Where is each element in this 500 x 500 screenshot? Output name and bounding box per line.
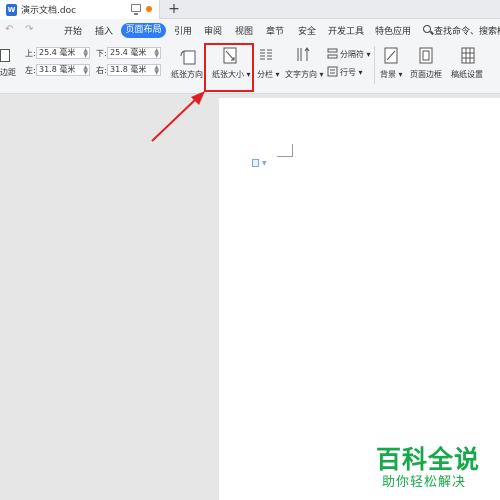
left-margin-label: 左:: [25, 66, 36, 75]
manuscript-icon[interactable]: [460, 47, 476, 65]
tab-developer[interactable]: 开发工具: [328, 24, 364, 37]
tab-review[interactable]: 审阅: [204, 24, 222, 37]
undo-icon[interactable]: ↶: [5, 24, 13, 35]
new-tab-button[interactable]: +: [167, 0, 181, 19]
search-command-box[interactable]: 查找命令、搜索模板: [434, 24, 500, 37]
top-margin-label: 上:: [25, 49, 36, 58]
title-bar: W 演示文档.doc +: [0, 0, 500, 19]
paragraph-icon[interactable]: [252, 159, 259, 167]
watermark-subtitle: 助你轻松解决: [382, 475, 467, 490]
tab-security[interactable]: 安全: [298, 24, 316, 37]
tab-insert[interactable]: 插入: [95, 24, 113, 37]
line-numbers-button[interactable]: 行号 ▾: [340, 67, 363, 78]
unsaved-dot-icon: [146, 6, 152, 12]
separator-icon[interactable]: [327, 48, 339, 59]
ribbon-divider: [374, 46, 375, 84]
monitor-icon[interactable]: [131, 4, 141, 15]
page-border-button[interactable]: 页面边框: [410, 69, 442, 80]
margin-corner-mark: [277, 144, 293, 157]
document-tab[interactable]: W 演示文档.doc: [0, 0, 160, 19]
text-direction-button[interactable]: 文字方向 ▾: [285, 69, 324, 80]
background-button[interactable]: 背景 ▾: [380, 69, 403, 80]
page-border-icon[interactable]: [418, 47, 434, 65]
chevron-down-icon[interactable]: ▼: [262, 160, 267, 167]
tab-special-apps[interactable]: 特色应用: [375, 24, 411, 37]
tab-page-layout[interactable]: 页面布局: [121, 23, 166, 38]
right-margin-label: 右:: [96, 66, 107, 75]
margins-label[interactable]: 边距: [0, 67, 16, 78]
tab-section[interactable]: 章节: [266, 24, 284, 37]
left-margin-input[interactable]: 31.8 毫米 ▲ ▼: [36, 64, 90, 76]
writer-doc-icon: W: [6, 4, 17, 16]
search-icon[interactable]: [423, 25, 431, 33]
tab-references[interactable]: 引用: [174, 24, 192, 37]
tab-view[interactable]: 视图: [235, 24, 253, 37]
background-icon[interactable]: [383, 47, 399, 65]
line-numbers-icon[interactable]: [327, 66, 339, 77]
columns-icon[interactable]: [258, 47, 274, 63]
right-margin-input[interactable]: 31.8 毫米 ▲ ▼: [107, 64, 161, 76]
margins-icon[interactable]: [0, 49, 10, 62]
top-margin-input[interactable]: 25.4 毫米 ▲ ▼: [36, 47, 90, 59]
bottom-margin-label: 下:: [96, 49, 107, 58]
manuscript-button[interactable]: 稿纸设置: [451, 69, 483, 80]
separator-button[interactable]: 分隔符 ▾: [340, 49, 371, 60]
text-direction-icon[interactable]: [295, 46, 311, 64]
orientation-button[interactable]: 纸张方向: [171, 69, 203, 80]
menu-bar: ↶ ↷ 开始 插入 页面布局 引用 审阅 视图 章节 安全 开发工具 特色应用 …: [0, 19, 500, 43]
tab-start[interactable]: 开始: [64, 24, 82, 37]
highlight-box: [204, 43, 254, 92]
document-title: 演示文档.doc: [21, 6, 77, 16]
columns-button[interactable]: 分栏 ▾: [257, 69, 280, 80]
redo-icon[interactable]: ↷: [25, 24, 33, 35]
orientation-icon[interactable]: [179, 48, 197, 66]
bottom-margin-input[interactable]: 25.4 毫米 ▲ ▼: [107, 47, 161, 59]
